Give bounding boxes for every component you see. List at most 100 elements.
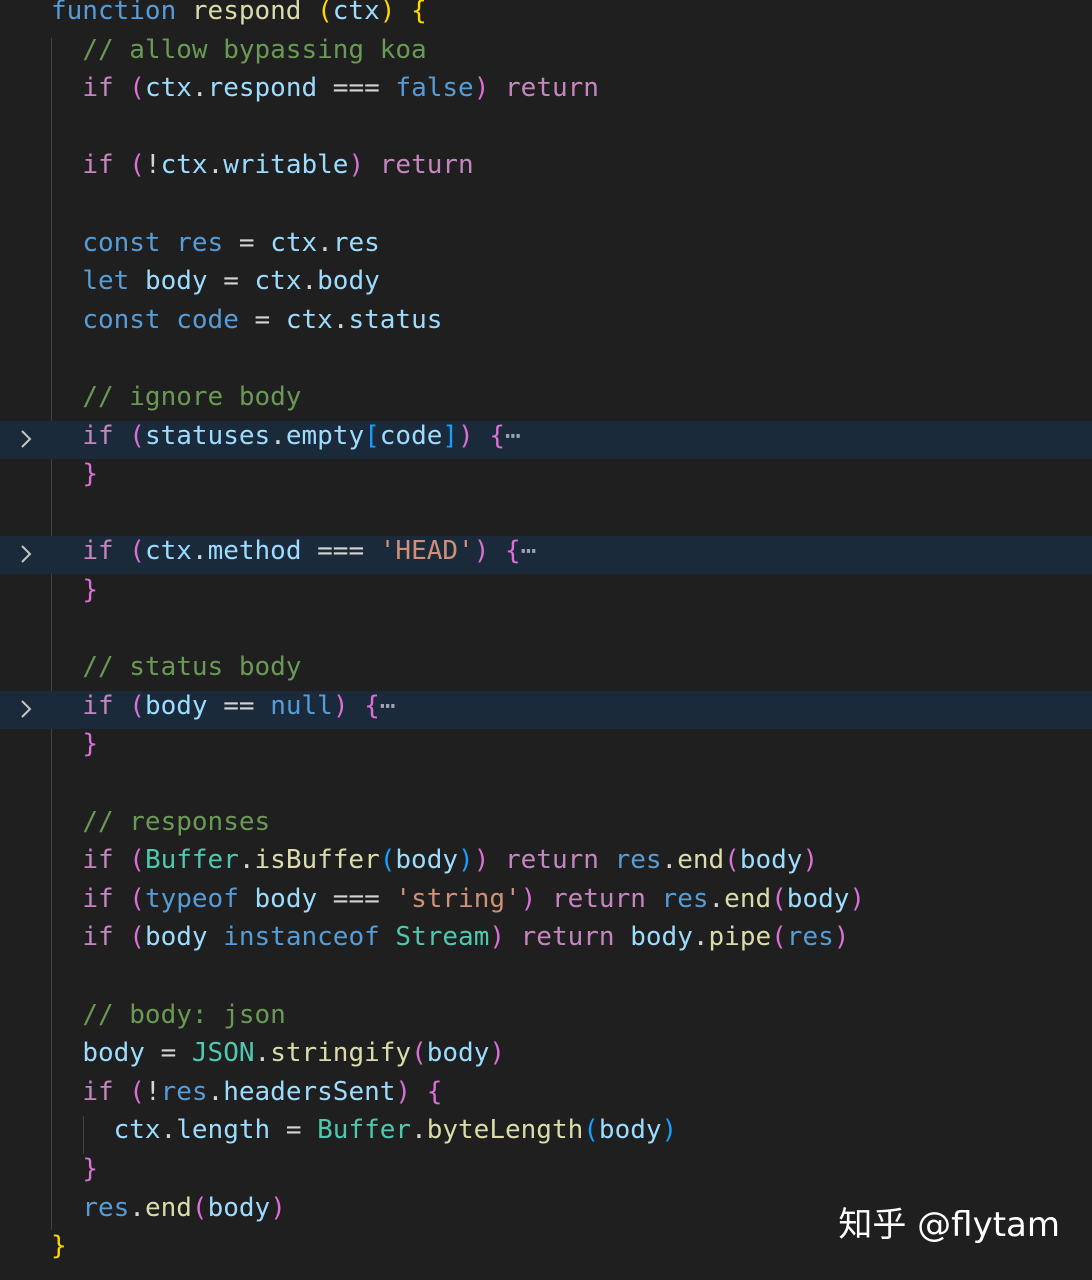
code-line[interactable]: if (!res.headersSent) {: [0, 1077, 1092, 1115]
code-token: (: [317, 0, 333, 26]
code-line[interactable]: // ignore body: [0, 382, 1092, 420]
code-token: =: [144, 1038, 192, 1068]
code-token: }: [82, 729, 98, 759]
code-token: code: [176, 305, 239, 335]
code-token: byteLength: [426, 1115, 584, 1145]
code-token: ===: [301, 536, 380, 566]
code-token: (: [129, 1077, 145, 1107]
code-line[interactable]: }: [0, 729, 1092, 767]
code-token: (: [129, 922, 145, 952]
code-token: body: [82, 1038, 145, 1068]
code-line[interactable]: [0, 614, 1092, 652]
code-line[interactable]: const res = ctx.res: [0, 228, 1092, 266]
code-line[interactable]: if (body instanceof Stream) return body.…: [0, 922, 1092, 960]
code-text: if (!res.headersSent) {: [51, 1077, 442, 1115]
code-token: }: [82, 575, 98, 605]
code-token: ): [473, 845, 490, 875]
code-line[interactable]: [0, 498, 1092, 536]
code-line[interactable]: // body: json: [0, 1000, 1092, 1038]
code-token: .: [301, 266, 318, 296]
code-line[interactable]: [0, 343, 1092, 381]
code-line[interactable]: // allow bypassing koa: [0, 35, 1092, 73]
code-token: .: [692, 922, 709, 952]
code-line[interactable]: if (statuses.empty[code]) {⋯: [0, 421, 1092, 459]
code-token: ctx: [332, 0, 380, 26]
code-line[interactable]: let body = ctx.body: [0, 266, 1092, 304]
code-line[interactable]: if (typeof body === 'string') return res…: [0, 884, 1092, 922]
fold-ellipsis-icon[interactable]: ⋯: [521, 536, 537, 566]
code-token: .: [207, 150, 224, 180]
code-text: res.end(body): [51, 1193, 286, 1231]
code-token: [: [364, 421, 380, 451]
chevron-right-icon[interactable]: [14, 427, 38, 451]
code-token: if: [82, 1077, 114, 1107]
code-token: if: [82, 845, 114, 875]
code-token: if: [82, 421, 114, 451]
code-token: =: [270, 1115, 318, 1145]
code-token: typeof: [144, 884, 239, 914]
code-text: if (body instanceof Stream) return body.…: [51, 922, 849, 960]
code-token: res: [176, 228, 224, 258]
code-token: Stream: [395, 922, 490, 952]
code-token: .: [270, 421, 286, 451]
code-line[interactable]: if (body == null) {⋯: [0, 691, 1092, 729]
chevron-right-icon[interactable]: [14, 697, 38, 721]
code-line[interactable]: [0, 961, 1092, 999]
code-token: length: [176, 1115, 271, 1145]
code-token: res: [160, 1077, 208, 1107]
code-text: }: [51, 729, 98, 767]
code-token: body: [739, 845, 803, 875]
code-token: ): [473, 73, 490, 103]
code-line[interactable]: function respond (ctx) {: [0, 0, 1092, 34]
code-line[interactable]: // status body: [0, 652, 1092, 690]
code-token: return: [379, 150, 474, 180]
code-line[interactable]: [0, 189, 1092, 227]
code-line[interactable]: body = JSON.stringify(body): [0, 1038, 1092, 1076]
code-token: ): [458, 421, 474, 451]
code-token: return: [505, 73, 599, 103]
code-text: const res = ctx.res: [51, 228, 379, 266]
chevron-right-icon[interactable]: [14, 542, 38, 566]
code-token: .: [238, 845, 255, 875]
code-line[interactable]: if (!ctx.writable) return: [0, 150, 1092, 188]
code-line[interactable]: [0, 112, 1092, 150]
code-token: .: [160, 1115, 177, 1145]
code-text: if (ctx.respond === false) return: [51, 73, 599, 111]
code-token: res: [786, 922, 834, 952]
code-line[interactable]: [0, 768, 1092, 806]
code-line[interactable]: }: [0, 459, 1092, 497]
code-line[interactable]: if (ctx.respond === false) return: [0, 73, 1092, 111]
code-line[interactable]: // responses: [0, 807, 1092, 845]
code-token: ): [458, 845, 474, 875]
code-editor[interactable]: function respond (ctx) { // allow bypass…: [0, 0, 1092, 1280]
code-token: .: [191, 73, 208, 103]
code-token: stringify: [270, 1038, 412, 1068]
code-token: (: [583, 1115, 599, 1145]
code-line[interactable]: }: [0, 1154, 1092, 1192]
code-line[interactable]: if (ctx.method === 'HEAD') {⋯: [0, 536, 1092, 574]
code-token: respond: [191, 0, 302, 26]
code-token: body: [207, 1193, 271, 1223]
code-line[interactable]: const code = ctx.status: [0, 305, 1092, 343]
code-token: (: [129, 421, 145, 451]
code-token: Buffer: [144, 845, 239, 875]
code-text: // body: json: [51, 1000, 286, 1038]
code-line[interactable]: }: [0, 575, 1092, 613]
code-token: .: [411, 1115, 427, 1145]
code-token: (: [771, 922, 787, 952]
code-line[interactable]: if (Buffer.isBuffer(body)) return res.en…: [0, 845, 1092, 883]
code-token: .: [332, 305, 349, 335]
code-line[interactable]: ctx.length = Buffer.byteLength(body): [0, 1115, 1092, 1153]
code-token: body: [630, 922, 693, 952]
fold-ellipsis-icon[interactable]: ⋯: [380, 691, 396, 721]
fold-ellipsis-icon[interactable]: ⋯: [505, 421, 521, 451]
code-token: end: [677, 845, 725, 875]
